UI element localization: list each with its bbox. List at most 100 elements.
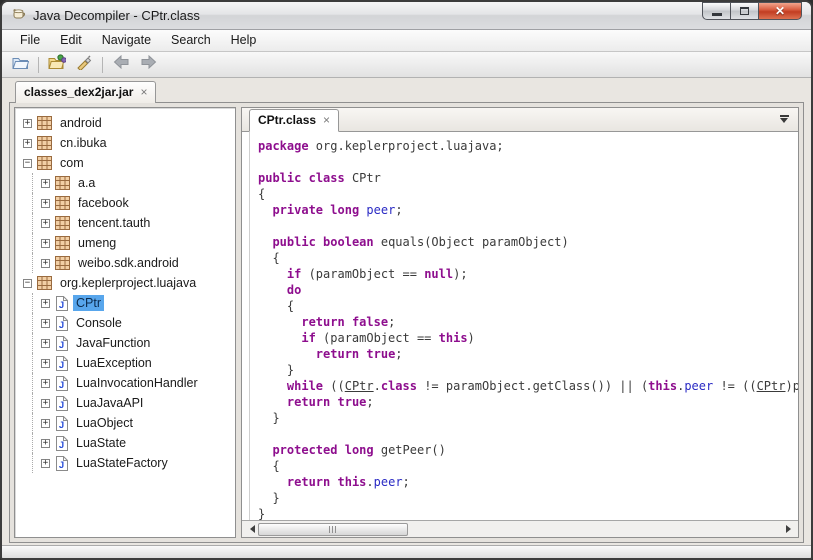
- tree-item-label[interactable]: a.a: [75, 175, 98, 191]
- open-file-button[interactable]: [9, 55, 31, 75]
- class-icon: J: [55, 396, 68, 411]
- tree-item-label[interactable]: android: [57, 115, 105, 131]
- tree-item-tencent-tauth[interactable]: + tencent.tauth: [19, 213, 235, 233]
- tree-item-label[interactable]: tencent.tauth: [75, 215, 153, 231]
- maximize-button[interactable]: [730, 2, 759, 20]
- expand-icon[interactable]: +: [41, 319, 50, 328]
- expand-icon[interactable]: +: [41, 239, 50, 248]
- tab-close-icon[interactable]: ×: [323, 115, 330, 125]
- scrollbar-thumb[interactable]: [258, 523, 408, 536]
- package-icon: [55, 256, 70, 270]
- svg-text:J: J: [59, 300, 64, 311]
- grip-icon: [329, 526, 338, 533]
- tree-item-label[interactable]: weibo.sdk.android: [75, 255, 182, 271]
- tree-item-label[interactable]: CPtr: [73, 295, 104, 311]
- expand-icon[interactable]: +: [41, 199, 50, 208]
- tree-item-luastatefactory[interactable]: +JLuaStateFactory: [19, 453, 235, 473]
- expand-icon[interactable]: +: [41, 419, 50, 428]
- menu-navigate[interactable]: Navigate: [92, 30, 161, 51]
- type-link[interactable]: CPtr: [757, 379, 786, 393]
- collapse-icon[interactable]: −: [23, 279, 32, 288]
- tree-item-label[interactable]: umeng: [75, 235, 119, 251]
- expand-icon[interactable]: +: [41, 339, 50, 348]
- tree-item-label[interactable]: LuaException: [73, 355, 155, 371]
- expand-icon[interactable]: +: [41, 399, 50, 408]
- scroll-right-button[interactable]: [784, 523, 796, 536]
- svg-text:J: J: [59, 320, 64, 331]
- search-button[interactable]: [73, 55, 95, 75]
- tree-item-label[interactable]: LuaInvocationHandler: [73, 375, 201, 391]
- close-icon: ✕: [775, 4, 785, 18]
- tree-item-label[interactable]: LuaObject: [73, 415, 136, 431]
- expand-icon[interactable]: +: [41, 299, 50, 308]
- code-line: public class CPtr: [258, 170, 798, 186]
- package-icon: [55, 176, 70, 190]
- tab-close-icon[interactable]: ×: [140, 87, 147, 97]
- expand-icon[interactable]: +: [41, 179, 50, 188]
- tree-item-a-a[interactable]: + a.a: [19, 173, 235, 193]
- tree-item-label[interactable]: LuaJavaAPI: [73, 395, 146, 411]
- code-line: }: [258, 410, 798, 426]
- tree-item-cn-ibuka[interactable]: + cn.ibuka: [19, 133, 235, 153]
- expand-icon[interactable]: +: [23, 119, 32, 128]
- code-line: }: [258, 506, 798, 520]
- tree-item-label[interactable]: cn.ibuka: [57, 135, 110, 151]
- minimize-button[interactable]: [702, 2, 731, 20]
- tree-item-label[interactable]: JavaFunction: [73, 335, 153, 351]
- tree-item-label[interactable]: Console: [73, 315, 125, 331]
- code-line: return this.peer;: [258, 474, 798, 490]
- tree-item-label[interactable]: org.keplerproject.luajava: [57, 275, 199, 291]
- back-button[interactable]: [110, 55, 132, 75]
- tree-item-luastate[interactable]: + J LuaState: [19, 433, 235, 453]
- menu-edit[interactable]: Edit: [50, 30, 92, 51]
- collapse-icon[interactable]: −: [23, 159, 32, 168]
- tree-item-org-keplerproject-luajava[interactable]: − org.keplerproject.luajava: [19, 273, 235, 293]
- tab-list-button[interactable]: [776, 115, 792, 127]
- tree-item-label[interactable]: com: [57, 155, 87, 171]
- tree-item-label[interactable]: LuaStateFactory: [73, 455, 171, 471]
- tree-item-weibo-sdk-android[interactable]: + weibo.sdk.android: [19, 253, 235, 273]
- open-type-button[interactable]: [46, 55, 68, 75]
- tree-item-console[interactable]: + J Console: [19, 313, 235, 333]
- caption-controls: ✕: [703, 2, 802, 20]
- menu-help[interactable]: Help: [221, 30, 267, 51]
- tree-item-android[interactable]: + android: [19, 113, 235, 133]
- horizontal-scrollbar[interactable]: [242, 520, 798, 537]
- code-line: if (paramObject == null);: [258, 266, 798, 282]
- expand-icon[interactable]: +: [41, 439, 50, 448]
- menu-file[interactable]: File: [10, 30, 50, 51]
- jar-tab-label: classes_dex2jar.jar: [24, 85, 133, 99]
- code-line: public boolean equals(Object paramObject…: [258, 234, 798, 250]
- toolbar-separator: [38, 57, 39, 73]
- expand-icon[interactable]: +: [41, 359, 50, 368]
- class-icon: J: [55, 336, 68, 351]
- close-button[interactable]: ✕: [758, 2, 802, 20]
- class-icon: J: [55, 296, 68, 311]
- expand-icon[interactable]: +: [41, 219, 50, 228]
- tree-item-luaexception[interactable]: + J LuaException: [19, 353, 235, 373]
- tab-cptr-class[interactable]: CPtr.class ×: [249, 109, 339, 132]
- scroll-left-button[interactable]: [244, 523, 256, 536]
- toolbar: [2, 52, 811, 78]
- expand-icon[interactable]: +: [41, 379, 50, 388]
- expand-icon[interactable]: +: [41, 259, 50, 268]
- tree-item-label[interactable]: LuaState: [73, 435, 129, 451]
- menu-search[interactable]: Search: [161, 30, 221, 51]
- expand-icon[interactable]: +: [41, 459, 50, 468]
- tree-item-label[interactable]: facebook: [75, 195, 132, 211]
- tab-classes-dex2jar[interactable]: classes_dex2jar.jar ×: [15, 81, 156, 103]
- tree-item-facebook[interactable]: + facebook: [19, 193, 235, 213]
- expand-icon[interactable]: +: [23, 139, 32, 148]
- tree-item-cptr[interactable]: + J CPtr: [19, 293, 235, 313]
- tree-item-luainvocationhandler[interactable]: +JLuaInvocationHandler: [19, 373, 235, 393]
- tree-item-com[interactable]: − com: [19, 153, 235, 173]
- tree-item-javafunction[interactable]: + J JavaFunction: [19, 333, 235, 353]
- tree-item-umeng[interactable]: + umeng: [19, 233, 235, 253]
- type-link[interactable]: CPtr: [345, 379, 374, 393]
- svg-text:J: J: [59, 440, 64, 451]
- tree-item-luaobject[interactable]: +JLuaObject: [19, 413, 235, 433]
- forward-button[interactable]: [137, 55, 159, 75]
- svg-text:J: J: [59, 360, 64, 371]
- tree-item-luajavaapi[interactable]: + J LuaJavaAPI: [19, 393, 235, 413]
- app-coffee-icon: [11, 5, 27, 26]
